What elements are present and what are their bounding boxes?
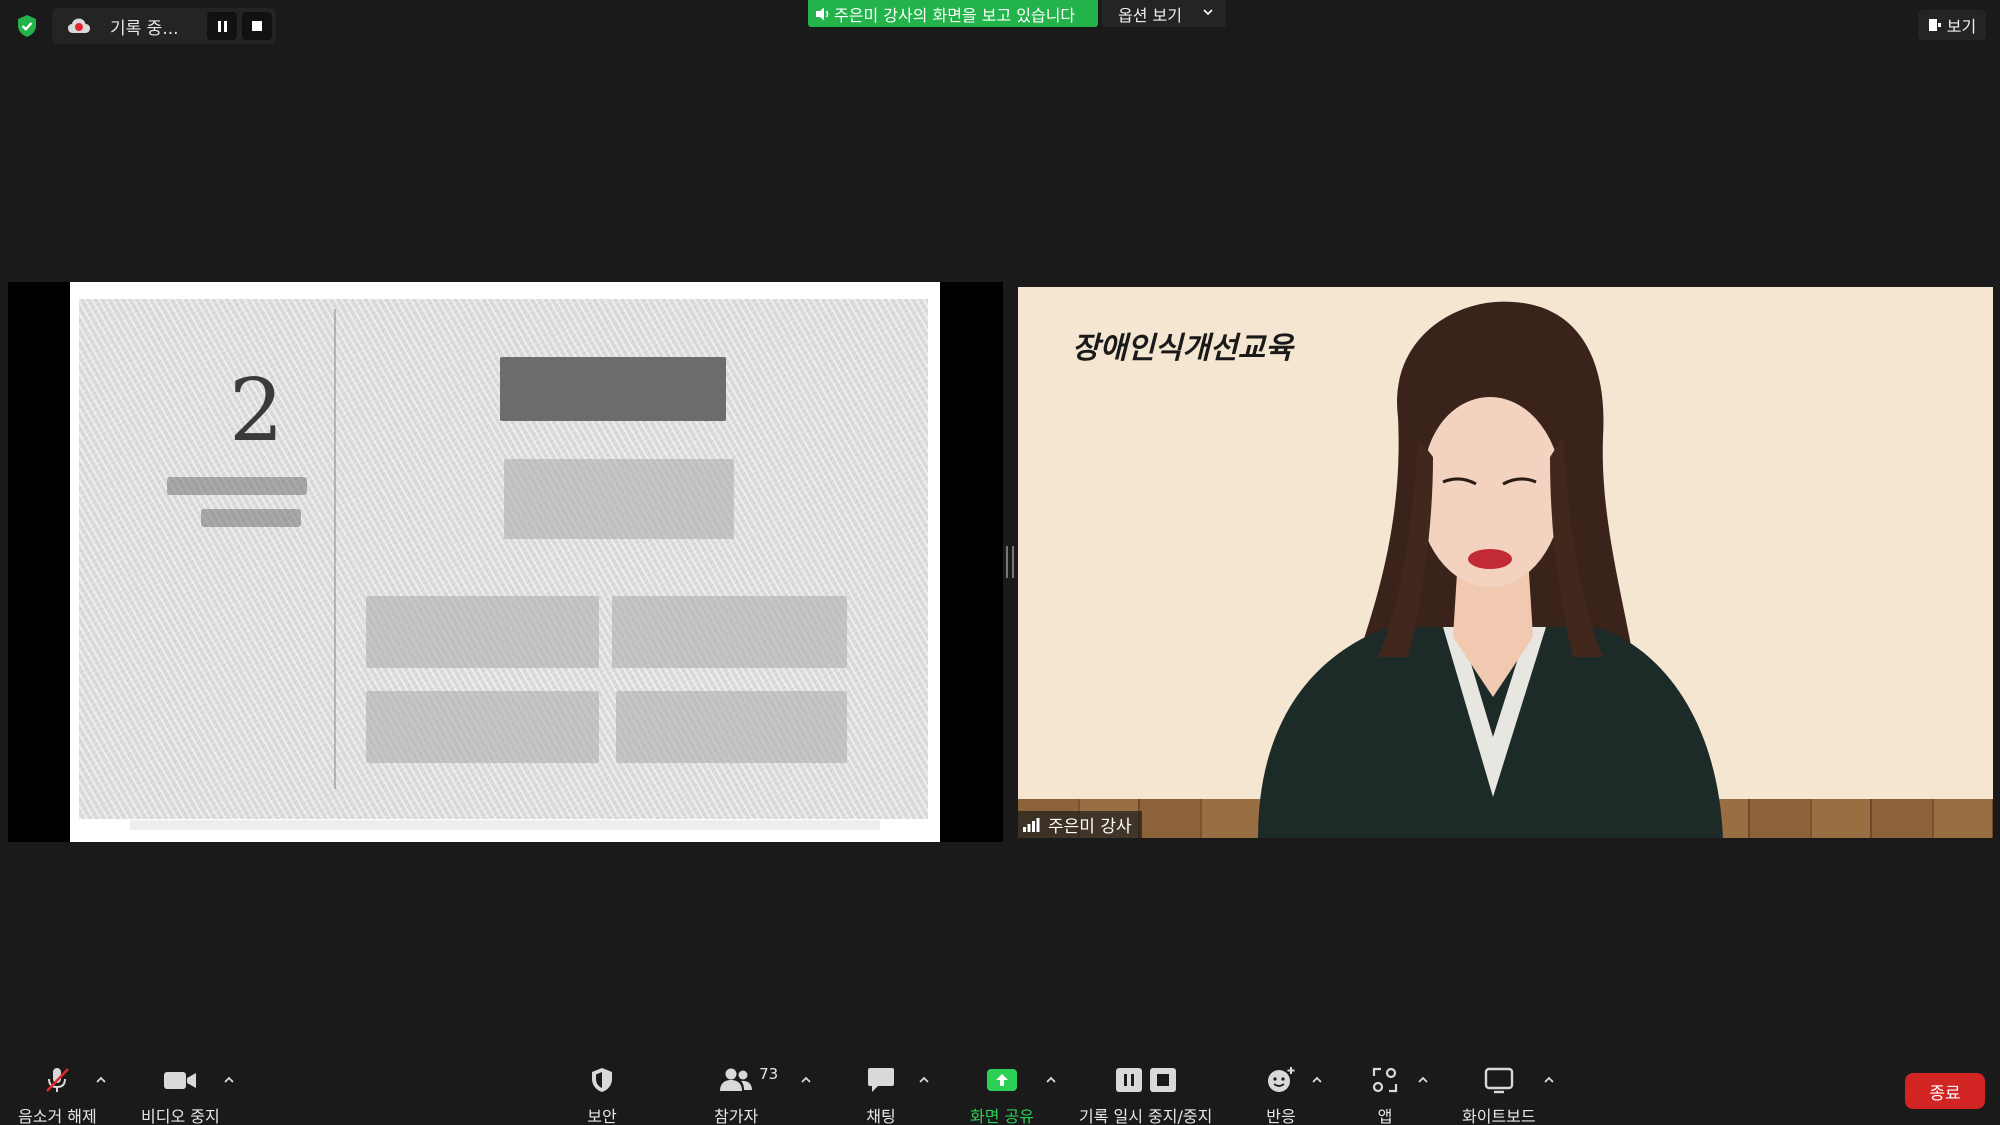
- reactions-options-caret-icon[interactable]: [1310, 1075, 1324, 1085]
- chat-options-caret-icon[interactable]: [917, 1075, 931, 1085]
- speaker-video: 장애인식개선교육 주은미 강사: [1018, 287, 1993, 838]
- video-camera-icon: [164, 1072, 197, 1089]
- participants-label: 참가자: [714, 1107, 759, 1125]
- whiteboard-label: 화이트보드: [1462, 1107, 1536, 1125]
- encryption-shield-icon[interactable]: [14, 13, 40, 39]
- record-pause-stop-icon: [1115, 1068, 1176, 1092]
- speaker-icon: [816, 7, 829, 20]
- share-options-caret-icon[interactable]: [1044, 1075, 1058, 1085]
- chat-label: 채팅: [866, 1107, 896, 1125]
- share-screen-label: 화면 공유: [970, 1107, 1034, 1125]
- end-meeting-label: 종료: [1929, 1083, 1961, 1104]
- slide-box: [504, 459, 734, 539]
- end-meeting-button[interactable]: 종료: [1905, 1073, 1985, 1109]
- whiteboard-button[interactable]: 화이트보드: [1462, 1065, 1536, 1125]
- stop-video-button[interactable]: 비디오 중지: [141, 1065, 220, 1125]
- slide-subtitle-blur: [167, 477, 307, 495]
- slide-bottom-strip: [130, 820, 880, 830]
- slide-box: [612, 596, 847, 668]
- apps-icon: [1372, 1067, 1398, 1093]
- signal-strength-icon: [1023, 817, 1040, 832]
- slide-divider: [334, 309, 336, 789]
- stop-video-label: 비디오 중지: [141, 1107, 220, 1125]
- security-button[interactable]: 보안: [585, 1065, 619, 1125]
- pause-icon-bar: [223, 20, 227, 32]
- unmute-button[interactable]: 음소거 해제: [18, 1065, 97, 1125]
- view-button-label: 보기: [1946, 17, 1977, 36]
- presentation-slide: 2: [70, 282, 940, 842]
- stop-recording-button[interactable]: [242, 12, 272, 40]
- participant-name: 주은미 강사: [1048, 817, 1132, 837]
- chat-button[interactable]: 채팅: [864, 1065, 898, 1125]
- recording-indicator: 기록 중...: [52, 8, 276, 44]
- meeting-toolbar: 음소거 해제 비디오 중지 보안 73 참가자 채팅 화면 공유 기록 일시 중…: [0, 1055, 2000, 1125]
- apps-label: 앱: [1377, 1107, 1393, 1125]
- share-screen-icon: [986, 1069, 1017, 1091]
- resize-bar: [1006, 546, 1008, 578]
- apps-options-caret-icon[interactable]: [1416, 1075, 1430, 1085]
- whiteboard-options-caret-icon[interactable]: [1542, 1075, 1556, 1085]
- meeting-window: 기록 중... 주은미 강사의 화면을 보고 있습니다 옵션 보기 보기 2 장…: [0, 0, 2000, 1125]
- reaction-smiley-icon: [1268, 1067, 1295, 1092]
- resize-bar: [1012, 546, 1014, 578]
- video-options-caret-icon[interactable]: [222, 1075, 236, 1085]
- security-shield-icon: [592, 1068, 612, 1092]
- participants-options-caret-icon[interactable]: [799, 1075, 813, 1085]
- shared-screen: 2: [8, 282, 1003, 842]
- whiteboard-icon: [1484, 1067, 1513, 1094]
- apps-button[interactable]: 앱: [1368, 1065, 1402, 1125]
- view-layout-icon: [1928, 19, 1941, 31]
- chat-bubble-icon: [868, 1068, 894, 1092]
- slide-content: 2: [79, 299, 928, 819]
- stop-icon: [252, 21, 262, 31]
- reactions-label: 반응: [1266, 1107, 1296, 1125]
- share-screen-button[interactable]: 화면 공유: [970, 1065, 1034, 1125]
- pause-stop-recording-button[interactable]: 기록 일시 중지/중지: [1079, 1065, 1212, 1125]
- pause-recording-button[interactable]: [207, 12, 237, 40]
- slide-number: 2: [229, 361, 284, 461]
- participant-name-tag: 주은미 강사: [1018, 811, 1142, 838]
- slide-header-box: [500, 357, 726, 421]
- screen-share-banner: 주은미 강사의 화면을 보고 있습니다: [808, 0, 1098, 27]
- chevron-down-icon: [1203, 9, 1213, 16]
- reactions-button[interactable]: 반응: [1264, 1065, 1298, 1125]
- slide-box: [366, 691, 599, 763]
- unmute-label: 음소거 해제: [18, 1107, 97, 1125]
- participants-icon: [720, 1068, 753, 1091]
- share-banner-text: 주은미 강사의 화면을 보고 있습니다: [834, 5, 1076, 25]
- participants-button[interactable]: 73 참가자: [714, 1065, 778, 1125]
- view-button[interactable]: 보기: [1918, 10, 1986, 40]
- pause-icon: [217, 20, 221, 32]
- slide-subtitle-blur: [201, 509, 301, 527]
- pause-stop-recording-label: 기록 일시 중지/중지: [1079, 1107, 1213, 1125]
- cloud-record-icon: [68, 18, 90, 33]
- split-resize-handle[interactable]: [1006, 546, 1014, 578]
- slide-box: [616, 691, 847, 763]
- recording-label: 기록 중...: [110, 18, 179, 39]
- speaker-person-image: [1258, 301, 1723, 838]
- view-options-dropdown[interactable]: 옵션 보기: [1102, 0, 1226, 27]
- security-label: 보안: [587, 1107, 617, 1125]
- microphone-muted-icon: [46, 1068, 70, 1092]
- participants-count: 73: [759, 1065, 779, 1083]
- slide-box: [366, 596, 599, 668]
- view-options-label: 옵션 보기: [1118, 5, 1182, 25]
- audio-options-caret-icon[interactable]: [94, 1075, 108, 1085]
